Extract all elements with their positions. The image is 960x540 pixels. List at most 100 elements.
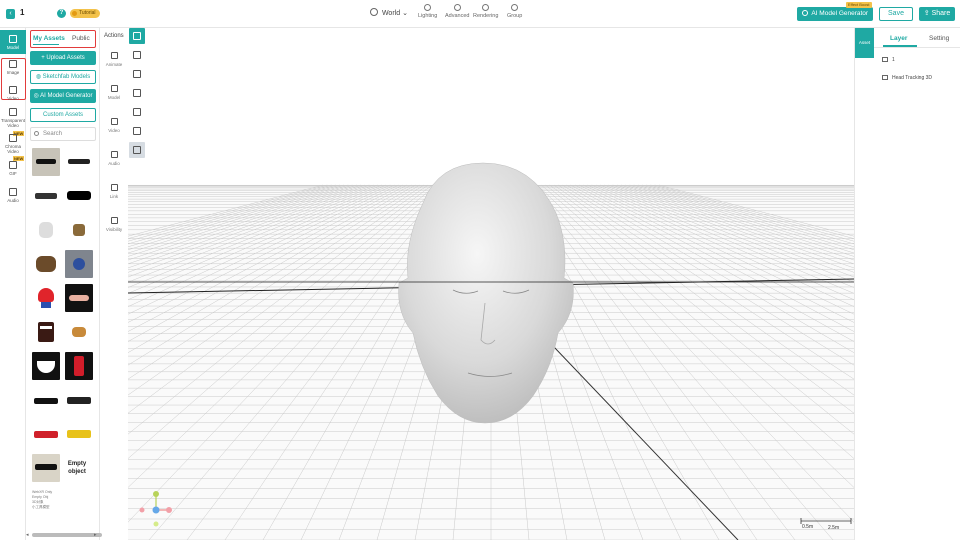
asset-thumbnail[interactable] bbox=[65, 182, 93, 210]
focus-tool[interactable] bbox=[129, 123, 145, 139]
layer-label: 1 bbox=[892, 57, 895, 63]
tutorial-button[interactable]: Tutorial bbox=[70, 9, 100, 18]
rail-item-video[interactable]: Video bbox=[0, 86, 26, 101]
tab-my-assets[interactable]: My Assets bbox=[33, 35, 65, 42]
globe-icon bbox=[370, 8, 378, 16]
horizontal-scrollbar[interactable] bbox=[32, 533, 102, 537]
help-icon[interactable]: ? bbox=[57, 9, 66, 18]
cube-icon bbox=[9, 35, 17, 43]
scale-label-a: 0.5m bbox=[802, 524, 814, 530]
sketchfab-icon: ◍ bbox=[35, 74, 43, 80]
upload-label: Upload Assets bbox=[46, 55, 85, 61]
rail-item-model[interactable]: Model bbox=[0, 30, 26, 54]
asset-thumbnail[interactable] bbox=[32, 454, 60, 482]
layer-item-root[interactable]: 1 bbox=[882, 57, 895, 63]
asset-thumbnail[interactable] bbox=[32, 148, 60, 176]
rail-item-audio[interactable]: Audio bbox=[0, 188, 26, 203]
asset-thumbnail[interactable] bbox=[65, 148, 93, 176]
head-tracking-icon bbox=[882, 75, 888, 80]
asset-thumbnail[interactable] bbox=[65, 318, 93, 346]
scale-label-b: 2.5m bbox=[828, 525, 840, 531]
tab-public[interactable]: Public bbox=[72, 35, 90, 42]
advanced-tool[interactable]: Advanced bbox=[445, 4, 469, 19]
lightbulb-icon bbox=[72, 11, 77, 16]
asset-thumbnail[interactable] bbox=[65, 216, 93, 244]
scale-tool[interactable] bbox=[129, 66, 145, 82]
asset-thumbnail[interactable] bbox=[65, 386, 93, 414]
asset-thumbnail[interactable] bbox=[32, 182, 60, 210]
advanced-icon bbox=[453, 4, 461, 11]
ai-button-label: AI Model Generator bbox=[811, 10, 869, 17]
share-icon: ⇪ bbox=[923, 10, 930, 17]
group-tool[interactable]: Group bbox=[507, 4, 522, 19]
share-button[interactable]: ⇪ Share bbox=[919, 7, 955, 21]
asset-caption: WebXR Only Empty Obj 3D对象 小工具模型 bbox=[32, 490, 53, 509]
asset-thumbnail[interactable] bbox=[65, 284, 93, 312]
asset-thumbnail[interactable] bbox=[32, 216, 60, 244]
save-button[interactable]: Save bbox=[879, 7, 913, 21]
scroll-left-icon[interactable]: ◂ bbox=[26, 532, 29, 538]
sketchfab-models-button[interactable]: ◍ Sketchfab Models bbox=[30, 70, 96, 84]
action-visibility[interactable]: Visibility bbox=[100, 217, 128, 232]
asset-thumbnail[interactable] bbox=[32, 386, 60, 414]
music-icon bbox=[9, 188, 17, 196]
scroll-right-icon[interactable]: ▸ bbox=[94, 532, 97, 538]
visibility-icon bbox=[110, 217, 118, 224]
action-model[interactable]: Model bbox=[100, 85, 128, 100]
action-label: Audio bbox=[108, 161, 120, 166]
pan-tool[interactable] bbox=[129, 47, 145, 63]
chevron-down-icon: ⌄ bbox=[402, 10, 408, 17]
action-animate[interactable]: Animate bbox=[100, 52, 128, 67]
trash-icon bbox=[133, 89, 141, 97]
action-audio[interactable]: Audio bbox=[100, 151, 128, 166]
ai-model-generator-panel-button[interactable]: ◎ AI Model Generator bbox=[30, 89, 96, 103]
view-tool[interactable] bbox=[129, 142, 145, 158]
rail-item-transparent-video[interactable]: Transparent Video bbox=[0, 108, 26, 128]
tab-setting[interactable]: Setting bbox=[929, 35, 949, 42]
upload-assets-button[interactable]: + Upload Assets bbox=[30, 51, 96, 65]
search-input[interactable]: Search bbox=[30, 127, 96, 141]
group-icon bbox=[511, 4, 519, 11]
asset-thumbnail[interactable] bbox=[32, 420, 60, 448]
custom-assets-button[interactable]: Custom Assets bbox=[30, 108, 96, 122]
layer-icon bbox=[882, 57, 888, 62]
top-bar: ‹ 1 ? Tutorial World ⌄ Lighting Advanced… bbox=[0, 0, 960, 28]
action-label: Video bbox=[108, 128, 120, 133]
back-button[interactable]: ‹ bbox=[6, 9, 15, 19]
world-dropdown[interactable]: World ⌄ bbox=[370, 8, 408, 17]
eye-icon bbox=[133, 146, 141, 154]
layer-label: Head Tracking 3D bbox=[892, 75, 933, 81]
rail-item-chroma-video[interactable]: Chroma Video bbox=[0, 134, 26, 154]
tab-underline bbox=[33, 44, 59, 45]
asset-thumbnail[interactable] bbox=[32, 352, 60, 380]
move-tool[interactable] bbox=[129, 28, 145, 44]
rendering-tool[interactable]: Rendering bbox=[473, 4, 498, 19]
focus-icon bbox=[133, 127, 141, 135]
asset-side-tab[interactable]: Asset bbox=[855, 28, 874, 58]
ai-gen-label: AI Model Generator bbox=[40, 93, 93, 99]
asset-thumbnail[interactable] bbox=[65, 352, 93, 380]
search-icon bbox=[34, 131, 39, 136]
move-icon bbox=[133, 32, 141, 40]
tab-layer[interactable]: Layer bbox=[890, 35, 907, 42]
ai-model-generator-button[interactable]: AI Model Generator bbox=[797, 7, 873, 21]
rotate-tool[interactable] bbox=[129, 104, 145, 120]
asset-thumbnail[interactable] bbox=[65, 420, 93, 448]
project-name[interactable]: 1 bbox=[20, 8, 24, 17]
asset-thumbnail[interactable] bbox=[32, 250, 60, 278]
asset-thumbnail[interactable] bbox=[32, 318, 60, 346]
action-link[interactable]: Link bbox=[100, 184, 128, 199]
asset-thumbnail[interactable] bbox=[65, 250, 93, 278]
lighting-tool[interactable]: Lighting bbox=[418, 4, 437, 19]
delete-tool[interactable] bbox=[129, 85, 145, 101]
3d-viewport[interactable]: 0.5m 2.5m bbox=[128, 28, 854, 540]
scale-icon bbox=[133, 70, 141, 78]
asset-thumbnail[interactable] bbox=[32, 284, 60, 312]
rail-label: Model bbox=[6, 45, 20, 50]
rail-item-gif[interactable]: GIF bbox=[0, 161, 26, 176]
rendering-icon bbox=[482, 4, 490, 11]
animate-icon bbox=[110, 52, 118, 59]
action-video[interactable]: Video bbox=[100, 118, 128, 133]
empty-object-item[interactable]: Empty object bbox=[63, 460, 91, 476]
layer-item-head-tracking[interactable]: Head Tracking 3D bbox=[882, 75, 932, 81]
